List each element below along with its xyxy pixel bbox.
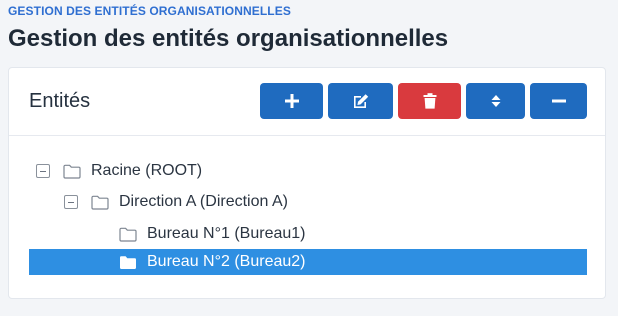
card-title: Entités [29,90,91,112]
tree-node-label: Direction A (Direction A) [119,193,288,210]
folder-icon [119,227,137,242]
edit-icon [353,94,368,108]
folder-icon [63,164,81,179]
edit-button[interactable] [328,83,393,119]
trash-icon [423,93,436,109]
tree-node-root[interactable]: Racine (ROOT) [36,158,436,184]
tree-node-direction-a[interactable]: Direction A (Direction A) [64,189,464,215]
collapse-toggle-icon[interactable] [36,164,50,178]
page-title: Gestion des entités organisationnelles [8,25,449,52]
breadcrumb: GESTION DES ENTITÉS ORGANISATIONNELLES [8,4,291,18]
tree-node-label: Bureau N°1 (Bureau1) [147,225,306,242]
tree-node-label: Bureau N°2 (Bureau2) [147,253,306,270]
add-button[interactable] [260,83,323,119]
sort-icon [491,95,500,107]
delete-button[interactable] [398,83,461,119]
tree-node-label: Racine (ROOT) [91,162,203,179]
collapse-toggle-icon[interactable] [64,195,78,209]
expand-all-button[interactable] [466,83,525,119]
entities-card: Entités Racine (ROOT) Direction A (Direc… [8,67,606,299]
tree-node-bureau-2[interactable]: Bureau N°2 (Bureau2) [29,249,587,275]
minus-icon [551,99,566,103]
tree-node-bureau-1[interactable]: Bureau N°1 (Bureau1) [119,221,519,247]
collapse-all-button[interactable] [530,83,587,119]
card-header: Entités [9,68,605,136]
plus-icon [284,94,299,108]
folder-icon [91,195,109,210]
folder-icon [120,255,136,269]
